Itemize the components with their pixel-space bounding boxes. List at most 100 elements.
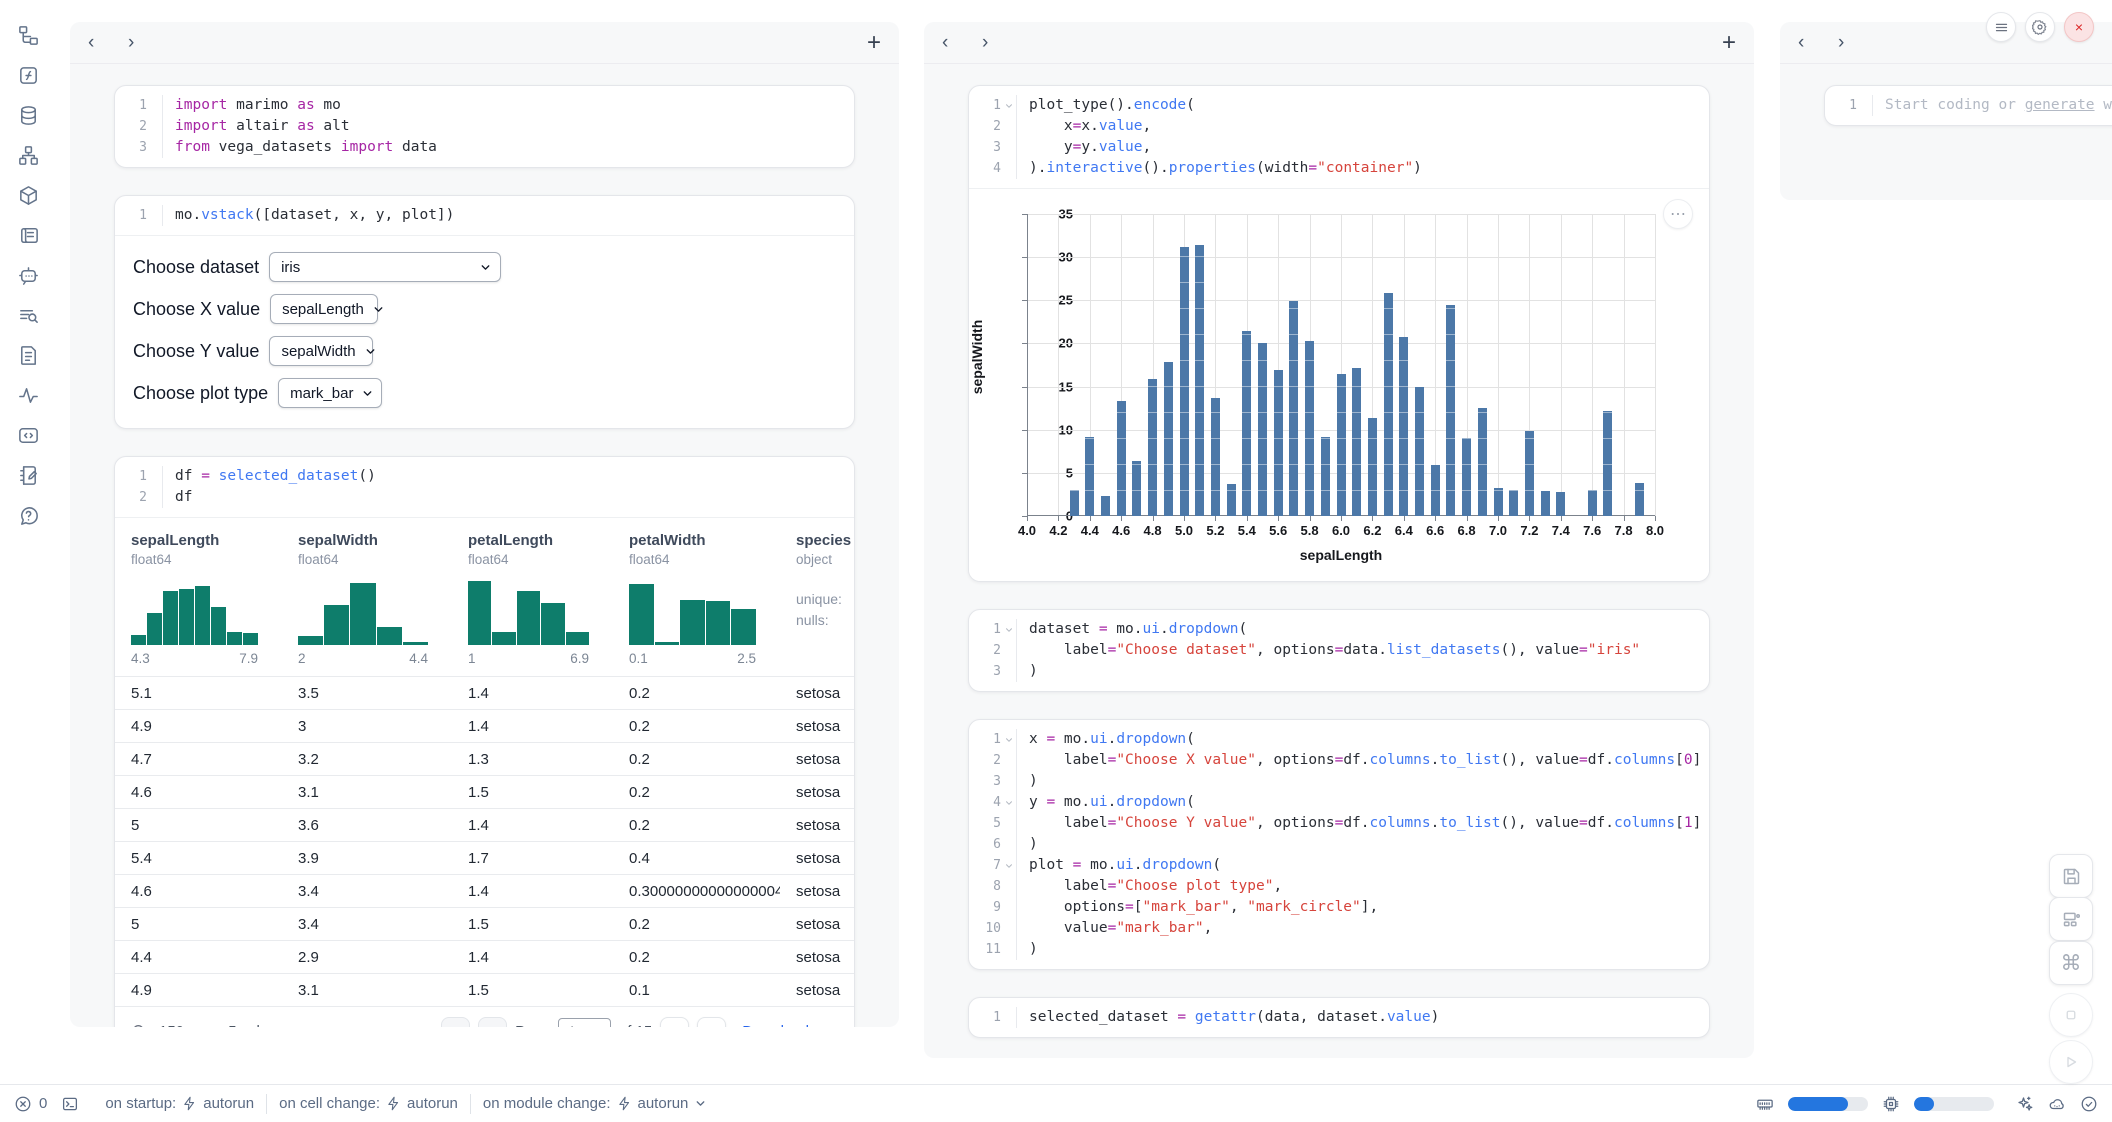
first-page-button[interactable]: « [441,1017,470,1028]
chart-bar[interactable] [1525,431,1534,516]
chart-bar[interactable] [1164,362,1173,516]
dependency-graph-icon[interactable] [15,142,41,168]
chart-bar[interactable] [1462,438,1471,516]
chart-bar[interactable] [1556,492,1565,516]
chart-bar[interactable] [1305,341,1314,516]
code-line[interactable]: 2 x=x.value, [975,116,1699,137]
chart-bar[interactable] [1384,293,1393,516]
fold-chevron-icon[interactable] [1001,95,1016,116]
code-line[interactable]: 2df [121,487,844,508]
keyboard-shortcuts-button[interactable]: ⌘ [2049,941,2093,985]
code-line[interactable]: 1selected_dataset = getattr(data, datase… [975,1007,1699,1028]
variables-icon[interactable] [15,62,41,88]
download-button[interactable]: Download [742,1023,838,1028]
code-line[interactable]: 6) [975,834,1699,855]
chart-bar[interactable] [1415,387,1424,516]
code-line[interactable]: 3) [975,661,1699,682]
fold-chevron-icon[interactable] [1001,619,1016,640]
previous-page-button[interactable]: ‹ [478,1017,507,1028]
generate-link[interactable]: generate [2025,97,2095,113]
autorun-setting[interactable]: on module change:autorun [471,1095,719,1112]
cell-imports[interactable]: 1import marimo as mo2import altair as al… [114,85,855,168]
ai-sparkles-icon[interactable] [2016,1095,2034,1113]
chart-bar[interactable] [1321,437,1330,516]
table-column-header[interactable]: sepalWidthfloat6424.4 [282,532,452,676]
table-column-header[interactable]: petalLengthfloat6416.9 [452,532,613,676]
code-line[interactable]: 2 label="Choose X value", options=df.col… [975,750,1699,771]
code-line[interactable]: 1plot_type().encode( [975,95,1699,116]
chart-bar[interactable] [1132,461,1141,516]
settings-gear-button[interactable] [2025,12,2055,42]
chart-bar[interactable] [1399,337,1408,516]
chart-bar[interactable] [1101,496,1110,516]
chart-bar[interactable] [1446,305,1455,516]
tracing-icon[interactable] [15,382,41,408]
help-icon[interactable] [15,502,41,528]
chart-bar[interactable] [1085,437,1094,516]
column-prev-icon[interactable]: ‹ [1798,32,1838,54]
chart-bar[interactable] [1588,490,1597,516]
add-cell-icon[interactable]: + [867,31,881,55]
notebook-menu-button[interactable] [1986,12,2016,42]
chart-bar[interactable] [1242,331,1251,516]
chart-bar[interactable] [1509,490,1518,516]
column-prev-icon[interactable]: ‹ [942,32,982,54]
chart-bar[interactable] [1148,379,1157,516]
chart-bar[interactable] [1635,483,1644,516]
save-button[interactable] [2049,854,2093,898]
table-column-header[interactable]: sepalLengthfloat644.37.9 [115,532,282,676]
chart-bar[interactable] [1211,398,1220,516]
code-line[interactable]: 3from vega_datasets import data [121,137,844,158]
code-line[interactable]: 2import altair as alt [121,116,844,137]
code-line[interactable]: 4).interactive().properties(width="conta… [975,158,1699,179]
table-column-header[interactable]: speciesobjectunique:nulls: [780,532,854,676]
chart-bar[interactable] [1289,301,1298,516]
add-cell-icon[interactable]: + [1722,31,1736,55]
next-page-button[interactable]: › [660,1017,689,1028]
autorun-setting[interactable]: on cell change:autorun [267,1095,470,1112]
dropdown-select[interactable]: sepalLength [270,294,378,324]
cell-dataset-dropdown[interactable]: 1dataset = mo.ui.dropdown(2 label="Choos… [968,609,1710,692]
fold-chevron-icon[interactable] [1001,855,1016,876]
chart-bar[interactable] [1337,374,1346,516]
chart-bar[interactable] [1478,408,1487,516]
scratchpad-icon[interactable] [15,462,41,488]
last-page-button[interactable]: » [697,1017,726,1028]
cell-dataframe[interactable]: 1df = selected_dataset()2df sepalLengthf… [114,456,855,1027]
chart-bar[interactable] [1227,484,1236,516]
column-next-icon[interactable]: › [982,32,1022,54]
chart-bar[interactable] [1180,247,1189,516]
code-line[interactable]: 1x = mo.ui.dropdown( [975,729,1699,750]
runtime-cloud-icon[interactable] [2048,1095,2066,1113]
shutdown-close-button[interactable]: × [2064,12,2094,42]
cell-empty[interactable]: 1 Start coding or generate with AI. [1824,85,2112,126]
code-line[interactable]: 1mo.vstack([dataset, x, y, plot]) [121,205,844,226]
packages-icon[interactable] [15,182,41,208]
code-placeholder[interactable]: Start coding or generate with AI. [1872,95,2112,116]
datasources-icon[interactable] [15,102,41,128]
code-line[interactable]: 1dataset = mo.ui.dropdown( [975,619,1699,640]
chart-bar[interactable] [1541,491,1550,516]
code-line[interactable]: 8 label="Choose plot type", [975,876,1699,897]
code-line[interactable]: 2 label="Choose dataset", options=data.l… [975,640,1699,661]
logs-icon[interactable] [15,222,41,248]
code-line[interactable]: 4y = mo.ui.dropdown( [975,792,1699,813]
column-prev-icon[interactable]: ‹ [88,32,128,54]
column-next-icon[interactable]: › [128,32,168,54]
page-select[interactable]: 1 [558,1018,611,1027]
layout-button[interactable] [2049,897,2093,941]
dropdown-select[interactable]: sepalWidth [269,336,373,366]
autorun-setting[interactable]: on startup:autorun [93,1095,266,1112]
chart-bar[interactable] [1603,411,1612,516]
code-line[interactable]: 11) [975,939,1699,960]
cell-xy-plot-dropdowns[interactable]: 1x = mo.ui.dropdown(2 label="Choose X va… [968,719,1710,970]
code-line[interactable]: 1import marimo as mo [121,95,844,116]
fold-chevron-icon[interactable] [1001,729,1016,750]
snippets-icon[interactable] [15,422,41,448]
terminal-button[interactable] [61,1095,79,1113]
chart-bar[interactable] [1258,343,1267,516]
error-indicator[interactable]: 0 [14,1095,47,1113]
stop-button[interactable] [2049,993,2093,1037]
chart-plot-area[interactable] [1027,214,1655,516]
chart-bar[interactable] [1368,418,1377,516]
